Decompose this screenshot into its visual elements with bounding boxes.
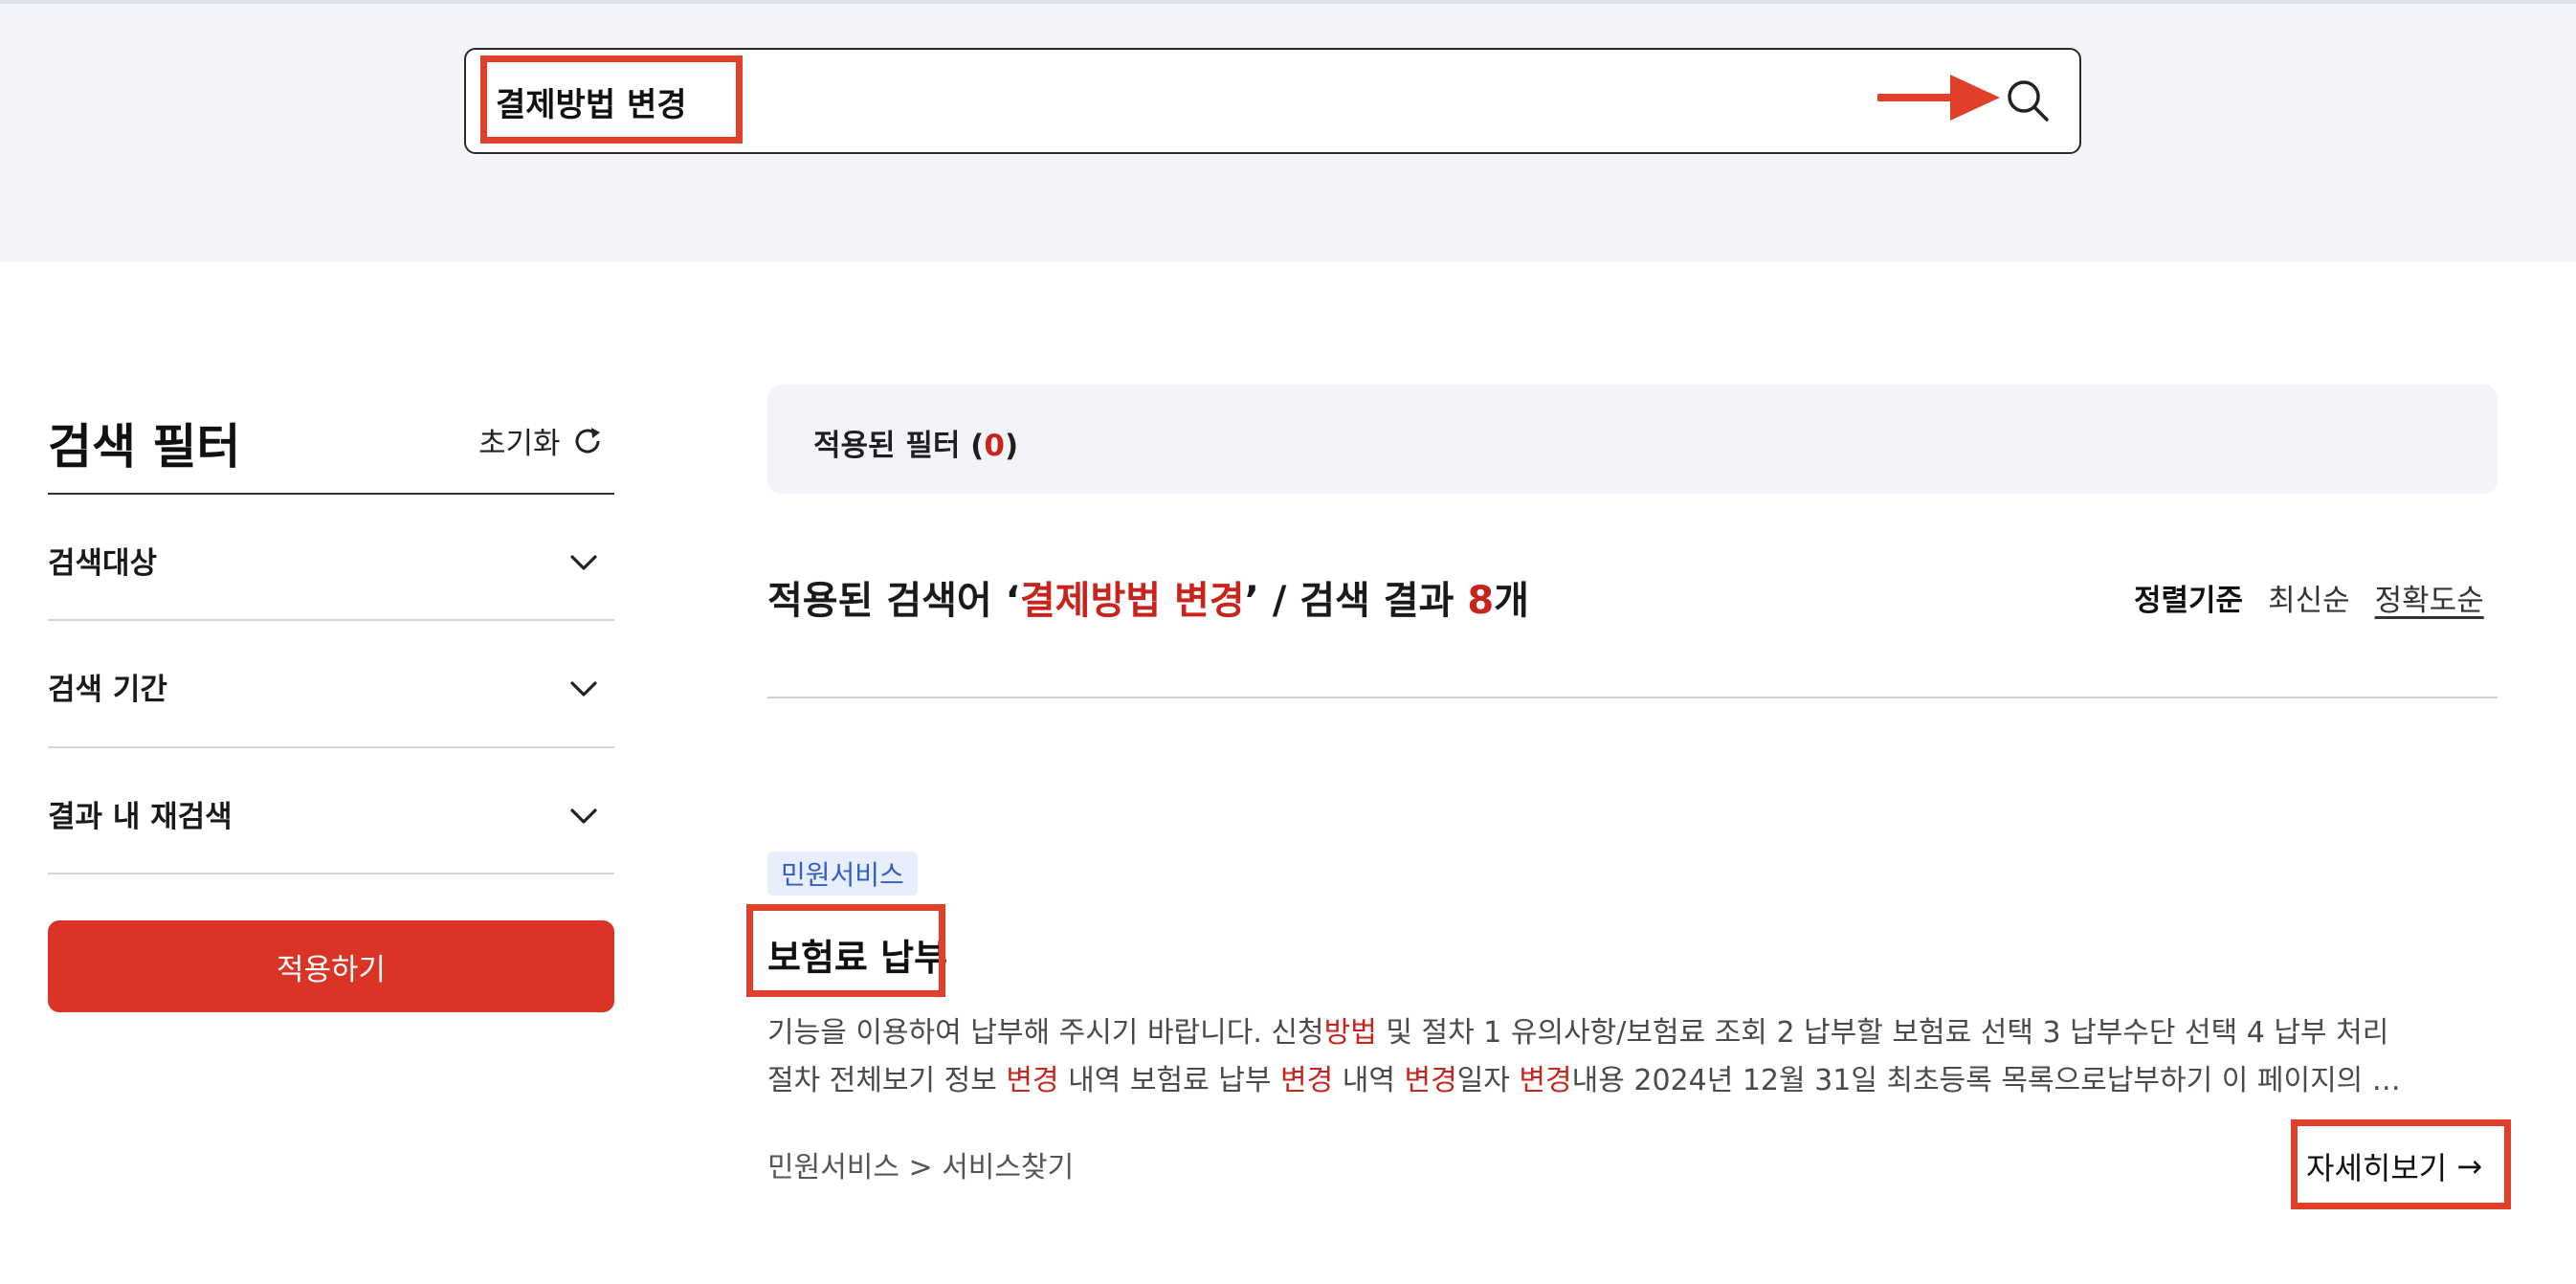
category-badge: 민원서비스 [767,852,918,896]
accordion-search-target[interactable]: 검색대상 [48,539,157,582]
snippet-text: 일자 [1456,1064,1520,1097]
accordion-research-in-results[interactable]: 결과 내 재검색 [48,792,233,835]
applied-filter-count: 0 [984,429,1005,463]
sort-option-latest[interactable]: 최신순 [2268,576,2350,619]
sort-option-accuracy[interactable]: 정확도순 [2375,576,2484,619]
filter-title: 검색 필터 [48,419,241,475]
keyword-highlight: 변경 [1519,1064,1572,1097]
reset-label: 초기화 [478,427,561,461]
snippet-text: 내역 보험료 납부 [1058,1064,1280,1097]
keyword-highlight: 변경 [1006,1064,1059,1097]
keyword-highlight: 방법 [1323,1016,1377,1050]
result-title[interactable]: 보험료 납부 [767,928,947,981]
snippet-text: 기능을 이용하여 납부해 주시기 바랍니다. 신청 [767,1016,1324,1050]
filter-divider [48,493,614,495]
filter-divider [48,873,614,874]
detail-link[interactable]: 자세히보기 → [2306,1144,2482,1188]
chevron-down-icon[interactable] [566,672,601,706]
search-input-value: 결제방법 변경 [496,86,687,124]
apply-button[interactable]: 적용하기 [48,920,614,1012]
result-summary: 적용된 검색어 ‘결제방법 변경’ / 검색 결과 8개 [767,579,1529,623]
keyword-highlight: 변경 [1404,1064,1457,1097]
filter-divider [48,619,614,621]
detail-label: 자세히보기 [2306,1150,2448,1186]
sort-label: 정렬기준 [2134,584,2244,618]
snippet-text: 및 절차 1 유의사항/보험료 조회 2 납부할 보험료 선택 3 납부수단 선… [1376,1016,2389,1050]
result-keyword: 결제방법 변경 [1019,579,1245,623]
snippet-text: 내용 2024년 12월 31일 최초등록 목록으로납부하기 이 페이지의 … [1571,1064,2401,1097]
refresh-icon [575,427,600,454]
result-snippet: 기능을 이용하여 납부해 주시기 바랍니다. 신청방법 및 절차 1 유의사항/… [767,1009,2498,1105]
reset-button[interactable]: 초기화 [478,419,605,462]
applied-filter-panel [767,385,2498,494]
arrow-right-icon: → [2456,1148,2483,1184]
snippet-line-1: 기능을 이용하여 납부해 주시기 바랍니다. 신청방법 및 절차 1 유의사항/… [767,1009,2498,1057]
chevron-down-icon[interactable] [566,799,601,833]
results-divider [767,697,2498,698]
search-input[interactable] [464,48,2081,154]
search-icon[interactable] [2006,78,2050,122]
arrow-annotation-icon [1877,75,2000,121]
snippet-text: 절차 전체보기 정보 [767,1064,1007,1097]
snippet-line-2: 절차 전체보기 정보 변경 내역 보험료 납부 변경 내역 변경일자 변경내용 … [767,1057,2498,1105]
accordion-search-period[interactable]: 검색 기간 [48,665,167,708]
keyword-highlight: 변경 [1279,1064,1334,1097]
sort-controls: 정렬기준 최신순 정확도순 [2134,576,2484,619]
result-breadcrumb: 민원서비스 > 서비스찾기 [767,1151,1075,1184]
filter-divider [48,746,614,748]
result-count: 8 [1467,579,1495,623]
applied-filter-text: 적용된 필터 (0) [813,429,1019,463]
chevron-down-icon[interactable] [566,545,601,580]
snippet-text: 내역 [1333,1064,1405,1097]
